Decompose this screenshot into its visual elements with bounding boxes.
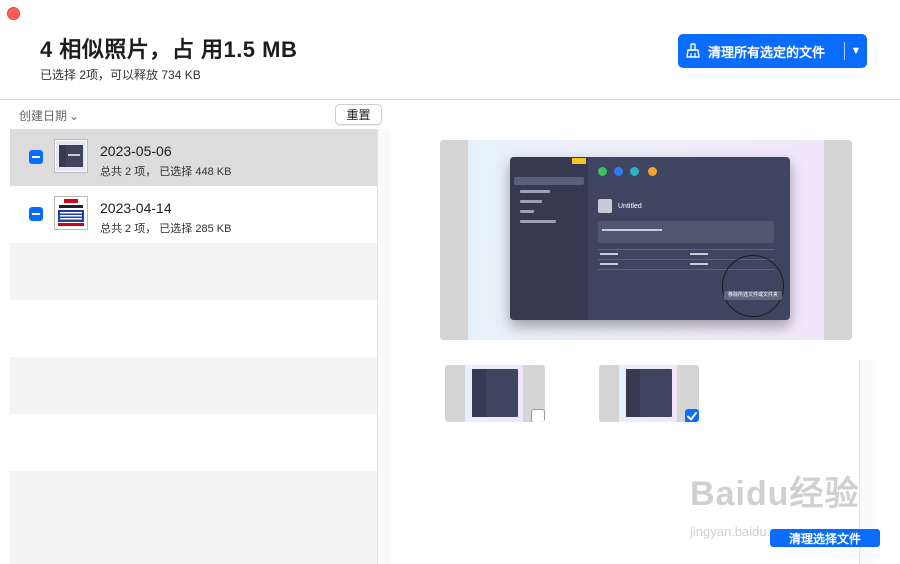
empty-row <box>10 243 377 300</box>
group-summary: 总共 2 项， 已选择 285 KB <box>100 223 232 235</box>
screenshot-toolbar-icon <box>614 167 623 176</box>
group-list: 2023-05-06 总共 2 项， 已选择 448 KB 2023-04-14… <box>10 129 377 564</box>
screenshot-toolbar-icon <box>648 167 657 176</box>
empty-row <box>10 300 377 357</box>
screenshot-toolbar-icon <box>630 167 639 176</box>
screenshot-sidebar-highlight <box>514 177 584 185</box>
empty-row <box>10 357 377 414</box>
close-window-button[interactable] <box>7 7 20 20</box>
thumbnail-app-window <box>626 369 672 417</box>
screenshot-card <box>598 221 774 243</box>
drive-icon <box>598 199 612 213</box>
group-date: 2023-05-06 <box>100 143 172 159</box>
page-title: 4 相似照片，占 用1.5 MB <box>40 37 298 62</box>
group-thumbnail <box>54 139 88 173</box>
screenshot-text-line <box>690 263 708 265</box>
group-summary: 总共 2 项， 已选择 448 KB <box>100 166 232 178</box>
chevron-down-icon[interactable]: ▼ <box>845 45 867 57</box>
page-subtitle: 已选择 2项，可以释放 734 KB <box>40 68 201 82</box>
screenshot-sidebar-line <box>520 190 550 193</box>
preview-image: Untitled 移除所选文件或文件夹 <box>468 140 824 340</box>
screenshot-sidebar-line <box>520 220 556 223</box>
group-date: 2023-04-14 <box>100 200 172 216</box>
group-thumbnail <box>54 196 88 230</box>
thumbnail-checkbox[interactable] <box>685 409 699 422</box>
screenshot-heading: Untitled <box>618 203 642 210</box>
screenshot-text-line <box>600 253 618 255</box>
watermark: Baidu经验 jingyan.baidu.com <box>690 466 860 539</box>
list-item[interactable]: 2023-05-06 总共 2 项， 已选择 448 KB <box>10 129 377 186</box>
sort-label: 创建日期 <box>19 109 68 123</box>
thumbnail-checkbox[interactable] <box>531 409 545 422</box>
sort-dropdown[interactable]: 创建日期 ⌄ <box>19 107 79 124</box>
broom-icon <box>678 43 708 59</box>
thumbnail-app-window <box>472 369 518 417</box>
reset-button[interactable]: 重置 <box>335 104 382 125</box>
screenshot-text-line <box>600 263 618 265</box>
highlight-circle <box>722 255 784 317</box>
screenshot-sidebar-line <box>520 200 542 203</box>
screenshot-text-line <box>602 229 662 231</box>
thumbnail-image <box>619 365 677 422</box>
screenshot-table-line <box>598 249 774 250</box>
screenshot-sidebar-line <box>520 210 534 213</box>
screenshot-action-button: 移除所选文件或文件夹 <box>724 291 782 300</box>
photo-thumbnail[interactable] <box>599 365 699 422</box>
group-checkbox[interactable] <box>29 207 43 221</box>
header-divider <box>0 99 900 100</box>
screenshot-app-window: Untitled 移除所选文件或文件夹 <box>510 157 790 320</box>
list-item[interactable]: 2023-04-14 总共 2 项， 已选择 285 KB <box>10 186 377 243</box>
empty-row <box>10 528 377 564</box>
chevron-down-icon: ⌄ <box>69 108 80 123</box>
screenshot-badge <box>572 158 586 164</box>
photo-thumbnail[interactable] <box>445 365 545 422</box>
clean-all-selected-button[interactable]: 清理所有选定的文件 ▼ <box>678 34 867 68</box>
list-scrollbar[interactable] <box>377 129 391 564</box>
thumbnail-image <box>465 365 523 422</box>
empty-row <box>10 471 377 528</box>
watermark-brand: Baidu经验 <box>690 475 860 513</box>
empty-row <box>10 414 377 471</box>
checkmark-icon <box>687 412 697 421</box>
photo-preview: Untitled 移除所选文件或文件夹 <box>440 140 852 340</box>
screenshot-toolbar-icon <box>598 167 607 176</box>
screenshot-text-line <box>690 253 708 255</box>
clean-selected-files-button[interactable]: 清理选择文件 <box>770 529 880 547</box>
clean-all-selected-label: 清理所有选定的文件 <box>708 44 826 60</box>
group-checkbox[interactable] <box>29 150 43 164</box>
